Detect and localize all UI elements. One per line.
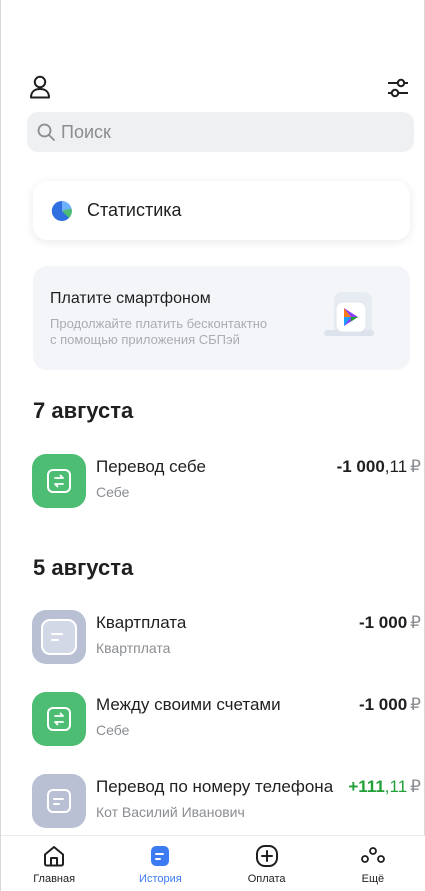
history-icon [151,846,170,866]
date-heading: 5 августа [33,555,134,580]
date-heading: 7 августа [33,398,134,423]
amount-main: +111 [348,777,385,796]
transaction-row[interactable]: Квартплата Квартплата -1 000 ₽ [32,610,425,668]
search-input[interactable] [61,121,391,143]
tab-label: Главная [33,873,76,885]
transaction-subtitle: Кот Василий Иванович [96,804,245,820]
statistics-card[interactable]: Статистика [33,181,410,240]
tab-label: История [139,873,182,885]
promo-subtitle-line: с помощью приложения СБПэй [50,332,240,347]
bottom-tab-bar: Главная История Оплата Ещё [1,835,425,891]
transaction-title: Перевод себе [96,457,206,476]
amount-kopecks: ,11 [384,777,408,796]
amount-main: -1 000 [358,695,408,714]
search-bar[interactable] [27,112,414,152]
transaction-amount: -1 000,11 ₽ [337,457,421,477]
promo-title: Платите смартфоном [50,290,211,307]
transfer-icon [32,454,86,508]
search-icon [37,123,55,141]
app-screen: Статистика Платите смартфоном Продолжайт… [0,0,425,891]
document-icon [32,610,86,664]
currency-symbol: ₽ [410,695,421,714]
transaction-subtitle: Себе [96,722,130,738]
promo-subtitle-line: Продолжайте платить бесконтактно [50,316,268,331]
document-icon [32,774,86,828]
transaction-row[interactable]: Перевод себе Себе -1 000,11 ₽ [32,454,425,512]
transaction-amount: +111,11 ₽ [348,777,421,797]
tab-history[interactable]: История [107,836,213,891]
currency-symbol: ₽ [410,777,421,796]
plus-circle-icon [255,845,278,867]
promo-subtitle: Продолжайте платить бесконтактно с помощ… [50,316,320,348]
statistics-label: Статистика [87,200,182,220]
transaction-subtitle: Себе [96,484,130,500]
user-icon [30,75,50,99]
transaction-title: Квартплата [96,613,187,632]
profile-button[interactable] [25,72,55,102]
amount-main: -1 000 [358,613,408,632]
tab-label: Оплата [247,873,286,885]
tab-home[interactable]: Главная [1,836,107,891]
currency-symbol: ₽ [410,457,421,476]
tab-more[interactable]: Ещё [320,836,425,891]
transaction-row[interactable]: Перевод по номеру телефона Кот Василий И… [32,774,425,832]
tab-label: Ещё [361,873,385,885]
amount-kopecks: ,11 [384,457,408,476]
sbpay-app-icon [324,292,374,336]
tab-payment[interactable]: Оплата [214,836,320,891]
transaction-title: Перевод по номеру телефона [96,777,334,796]
pie-chart-icon [51,200,72,221]
transaction-subtitle: Квартплата [96,640,171,656]
transaction-amount: -1 000 ₽ [359,695,421,715]
currency-symbol: ₽ [410,613,421,632]
home-icon [44,846,65,867]
amount-main: -1 000 [336,457,385,476]
filter-button[interactable] [384,74,412,102]
top-bar [1,72,425,104]
more-icon [360,847,385,863]
transfer-icon [32,692,86,746]
transaction-amount: -1 000 ₽ [359,613,421,633]
transaction-title: Между своими счетами [96,695,281,714]
filter-sliders-icon [388,78,408,98]
transaction-row[interactable]: Между своими счетами Себе -1 000 ₽ [32,692,425,750]
promo-banner[interactable]: Платите смартфоном Продолжайте платить б… [33,266,410,370]
